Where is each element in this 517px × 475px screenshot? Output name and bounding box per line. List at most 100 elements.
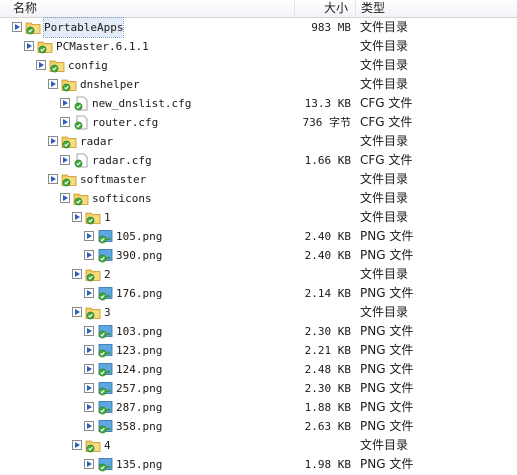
expand-arrow-icon[interactable] — [84, 345, 94, 355]
item-name[interactable]: 135.png — [116, 455, 162, 474]
item-name[interactable]: 257.png — [116, 379, 162, 398]
tree-folder-row[interactable]: 1 文件目录 — [0, 208, 517, 227]
tree-folder-row[interactable]: PortableApps 983 MB 文件目录 — [0, 17, 517, 38]
image-file-synced-icon — [97, 343, 113, 358]
tree-folder-row[interactable]: PCMaster.6.1.1 文件目录 — [0, 37, 517, 56]
item-name[interactable]: router.cfg — [92, 113, 158, 132]
column-header-name[interactable]: 名称 — [13, 0, 37, 17]
tree-folder-row[interactable]: config 文件目录 — [0, 56, 517, 75]
expand-arrow-icon[interactable] — [60, 193, 70, 203]
expand-arrow-icon[interactable] — [72, 269, 82, 279]
image-file-synced-icon — [97, 286, 113, 301]
expand-arrow-icon[interactable] — [84, 288, 94, 298]
expand-arrow-icon[interactable] — [60, 155, 70, 165]
tree-file-row[interactable]: 390.png 2.40 KB PNG 文件 — [0, 246, 517, 265]
tree-file-row[interactable]: 124.png 2.48 KB PNG 文件 — [0, 360, 517, 379]
expand-arrow-icon[interactable] — [84, 364, 94, 374]
expand-arrow-icon[interactable] — [36, 60, 46, 70]
item-type: PNG 文件 — [360, 419, 414, 433]
item-name[interactable]: new_dnslist.cfg — [92, 94, 191, 113]
expand-arrow-icon[interactable] — [84, 421, 94, 431]
item-type: 文件目录 — [360, 134, 409, 148]
expand-arrow-icon[interactable] — [84, 250, 94, 260]
tree-folder-row[interactable]: dnshelper 文件目录 — [0, 75, 517, 94]
expand-arrow-icon[interactable] — [84, 326, 94, 336]
tree-file-row[interactable]: new_dnslist.cfg 13.3 KB CFG 文件 — [0, 94, 517, 113]
folder-synced-icon — [61, 172, 77, 187]
column-divider[interactable] — [355, 1, 356, 16]
item-name[interactable]: radar.cfg — [92, 151, 152, 170]
tree-file-row[interactable]: 123.png 2.21 KB PNG 文件 — [0, 341, 517, 360]
item-name[interactable]: 1 — [104, 208, 111, 227]
item-name[interactable]: 176.png — [116, 284, 162, 303]
image-file-synced-icon — [97, 381, 113, 396]
tree-file-row[interactable]: radar.cfg 1.66 KB CFG 文件 — [0, 151, 517, 170]
expand-arrow-icon[interactable] — [84, 231, 94, 241]
item-name[interactable]: 4 — [104, 436, 111, 455]
tree-folder-row[interactable]: 3 文件目录 — [0, 303, 517, 322]
tree-folder-row[interactable]: radar 文件目录 — [0, 132, 517, 151]
image-file-synced-icon — [97, 229, 113, 244]
item-name[interactable]: 2 — [104, 265, 111, 284]
item-type: 文件目录 — [360, 172, 409, 186]
tree-file-row[interactable]: 358.png 2.63 KB PNG 文件 — [0, 417, 517, 436]
item-name[interactable]: 105.png — [116, 227, 162, 246]
tree-file-row[interactable]: 257.png 2.30 KB PNG 文件 — [0, 379, 517, 398]
expand-arrow-icon[interactable] — [72, 307, 82, 317]
item-name[interactable]: radar — [80, 132, 113, 151]
expand-arrow-icon[interactable] — [72, 212, 82, 222]
item-name[interactable]: 390.png — [116, 246, 162, 265]
tree-file-row[interactable]: 105.png 2.40 KB PNG 文件 — [0, 227, 517, 246]
item-name[interactable]: softmaster — [80, 170, 146, 189]
folder-synced-icon — [85, 305, 101, 320]
item-name[interactable]: 124.png — [116, 360, 162, 379]
item-size: 2.48 KB — [304, 363, 351, 376]
image-file-synced-icon — [97, 400, 113, 415]
column-header-type[interactable]: 类型 — [361, 0, 385, 17]
item-type: 文件目录 — [360, 191, 409, 205]
item-type: CFG 文件 — [360, 153, 413, 167]
expand-arrow-icon[interactable] — [84, 383, 94, 393]
tree-file-row[interactable]: 287.png 1.88 KB PNG 文件 — [0, 398, 517, 417]
expand-arrow-icon[interactable] — [12, 22, 22, 32]
item-type: 文件目录 — [360, 39, 409, 53]
expand-arrow-icon[interactable] — [84, 402, 94, 412]
folder-synced-icon — [73, 191, 89, 206]
item-name[interactable]: config — [68, 56, 108, 75]
tree-folder-row[interactable]: 4 文件目录 — [0, 436, 517, 455]
item-type: PNG 文件 — [360, 400, 414, 414]
item-name[interactable]: PCMaster.6.1.1 — [56, 37, 149, 56]
tree-folder-row[interactable]: softicons 文件目录 — [0, 189, 517, 208]
image-file-synced-icon — [97, 324, 113, 339]
tree-file-row[interactable]: 176.png 2.14 KB PNG 文件 — [0, 284, 517, 303]
column-header-size[interactable]: 大小 — [324, 0, 348, 17]
expand-arrow-icon[interactable] — [48, 174, 58, 184]
expand-arrow-icon[interactable] — [24, 41, 34, 51]
item-name[interactable]: softicons — [92, 189, 152, 208]
item-name[interactable]: dnshelper — [80, 75, 140, 94]
column-divider[interactable] — [294, 1, 295, 16]
item-type: 文件目录 — [360, 305, 409, 319]
item-name[interactable]: 103.png — [116, 322, 162, 341]
tree-file-row[interactable]: router.cfg 736 字节 CFG 文件 — [0, 113, 517, 132]
folder-synced-icon — [37, 39, 53, 54]
item-name[interactable]: 287.png — [116, 398, 162, 417]
tree-folder-row[interactable]: 2 文件目录 — [0, 265, 517, 284]
image-file-synced-icon — [97, 419, 113, 434]
item-name[interactable]: 358.png — [116, 417, 162, 436]
expand-arrow-icon[interactable] — [60, 117, 70, 127]
expand-arrow-icon[interactable] — [48, 79, 58, 89]
tree-folder-row[interactable]: softmaster 文件目录 — [0, 170, 517, 189]
expand-arrow-icon[interactable] — [72, 440, 82, 450]
item-name[interactable]: 123.png — [116, 341, 162, 360]
item-name[interactable]: PortableApps — [42, 17, 125, 38]
item-type: PNG 文件 — [360, 229, 414, 243]
tree-file-row[interactable]: 135.png 1.98 KB PNG 文件 — [0, 455, 517, 474]
expand-arrow-icon[interactable] — [60, 98, 70, 108]
item-type: 文件目录 — [360, 438, 409, 452]
expand-arrow-icon[interactable] — [48, 136, 58, 146]
folder-synced-icon — [49, 58, 65, 73]
item-name[interactable]: 3 — [104, 303, 111, 322]
tree-file-row[interactable]: 103.png 2.30 KB PNG 文件 — [0, 322, 517, 341]
expand-arrow-icon[interactable] — [84, 459, 94, 469]
